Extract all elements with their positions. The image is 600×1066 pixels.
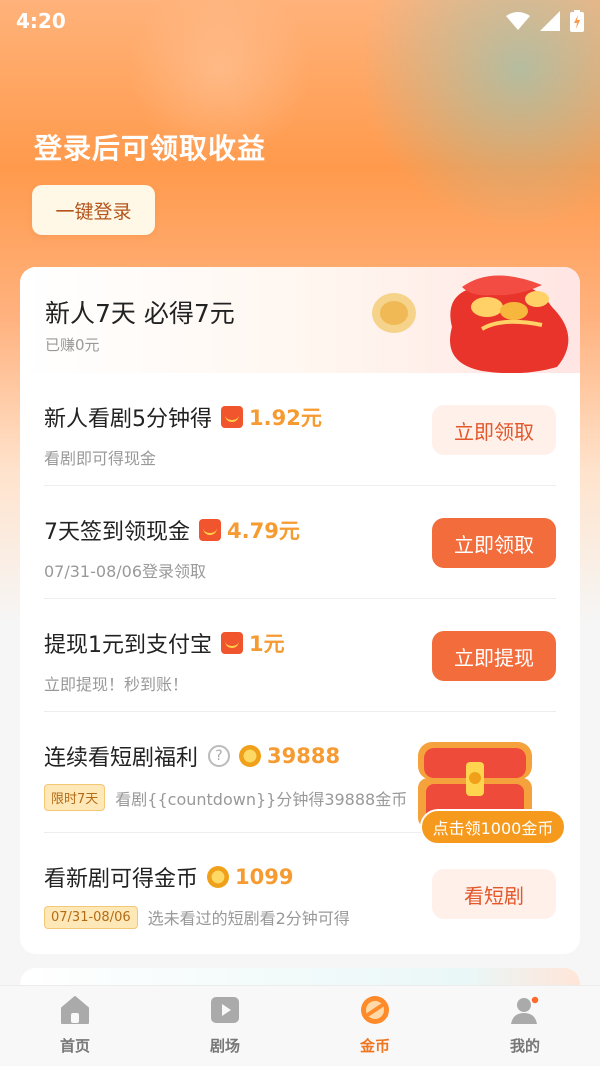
- play-icon: [211, 997, 239, 1023]
- newcomer-earned: 已赚0元: [45, 336, 100, 354]
- task-reward: 4.79元: [227, 519, 300, 543]
- limited-time-tag: 限时7天: [44, 784, 106, 811]
- help-icon[interactable]: ?: [208, 745, 231, 767]
- bottom-tab-bar: 首页 剧场 金币 我的: [0, 985, 600, 1066]
- task-title: 连续看短剧福利: [44, 746, 199, 771]
- signal-icon: [540, 11, 560, 31]
- task-title: 新人看剧5分钟得: [44, 407, 212, 432]
- task-desc: 看剧即可得现金: [44, 449, 157, 468]
- profile-icon: [511, 995, 540, 1024]
- login-button[interactable]: 一键登录: [32, 185, 155, 235]
- task-title: 7天签到领现金: [44, 520, 190, 545]
- task-row: 新人看剧5分钟得 1.92元 看剧即可得现金 立即领取: [20, 373, 580, 486]
- withdraw-button[interactable]: 立即提现: [432, 631, 556, 681]
- task-reward: 1元: [249, 632, 285, 656]
- newcomer-title: 新人7天 必得7元: [45, 299, 235, 328]
- coin-icon: [207, 866, 230, 888]
- claim-button[interactable]: 立即领取: [432, 518, 556, 568]
- task-title: 提现1元到支付宝: [44, 633, 212, 658]
- task-reward: 1.92元: [249, 406, 322, 430]
- tab-label: 剧场: [209, 1037, 240, 1055]
- status-bar: 4:20: [0, 0, 600, 42]
- chest-claim-badge[interactable]: 点击领1000金币: [420, 809, 566, 845]
- tab-coins[interactable]: 金币: [300, 986, 450, 1066]
- hero-title: 登录后可领取收益: [34, 132, 267, 165]
- red-packet-icon: [199, 519, 221, 541]
- tab-home[interactable]: 首页: [0, 986, 150, 1066]
- red-packet-icon: [221, 406, 243, 428]
- task-row: 提现1元到支付宝 1元 立即提现！秒到账！ 立即提现: [20, 599, 580, 712]
- task-reward: 39888: [267, 744, 341, 768]
- red-packet-icon: [221, 632, 243, 654]
- task-desc: 选未看过的短剧看2分钟可得: [147, 909, 350, 928]
- tab-label: 我的: [509, 1037, 540, 1055]
- tab-theater[interactable]: 剧场: [150, 986, 300, 1066]
- watch-short-drama-button[interactable]: 看短剧: [432, 869, 556, 919]
- status-time: 4:20: [16, 9, 66, 33]
- wifi-icon: [506, 12, 530, 30]
- tab-profile[interactable]: 我的: [450, 986, 600, 1066]
- newcomer-banner[interactable]: 新人7天 必得7元 已赚0元: [20, 267, 580, 373]
- task-desc: 立即提现！秒到账！: [44, 675, 189, 694]
- status-icons: [506, 10, 584, 32]
- task-desc: 看剧{{countdown}}分钟得39888金币: [115, 789, 408, 809]
- task-row: 看新剧可得金币 1099 07/31-08/06 选未看过的短剧看2分钟可得 看…: [20, 833, 580, 954]
- coin-icon: [239, 745, 262, 767]
- battery-icon: [570, 10, 584, 32]
- coin-tab-icon: [361, 996, 389, 1024]
- home-icon: [61, 996, 89, 1024]
- tab-label: 首页: [59, 1037, 90, 1055]
- task-row: 7天签到领现金 4.79元 07/31-08/06登录领取 立即领取: [20, 486, 580, 599]
- money-bag-icon: [372, 275, 569, 373]
- task-reward: 1099: [235, 865, 294, 889]
- claim-button[interactable]: 立即领取: [432, 405, 556, 455]
- task-title: 看新剧可得金币: [44, 867, 199, 892]
- date-tag: 07/31-08/06: [44, 905, 138, 929]
- task-desc: 07/31-08/06登录领取: [44, 562, 206, 581]
- tab-label: 金币: [359, 1037, 390, 1055]
